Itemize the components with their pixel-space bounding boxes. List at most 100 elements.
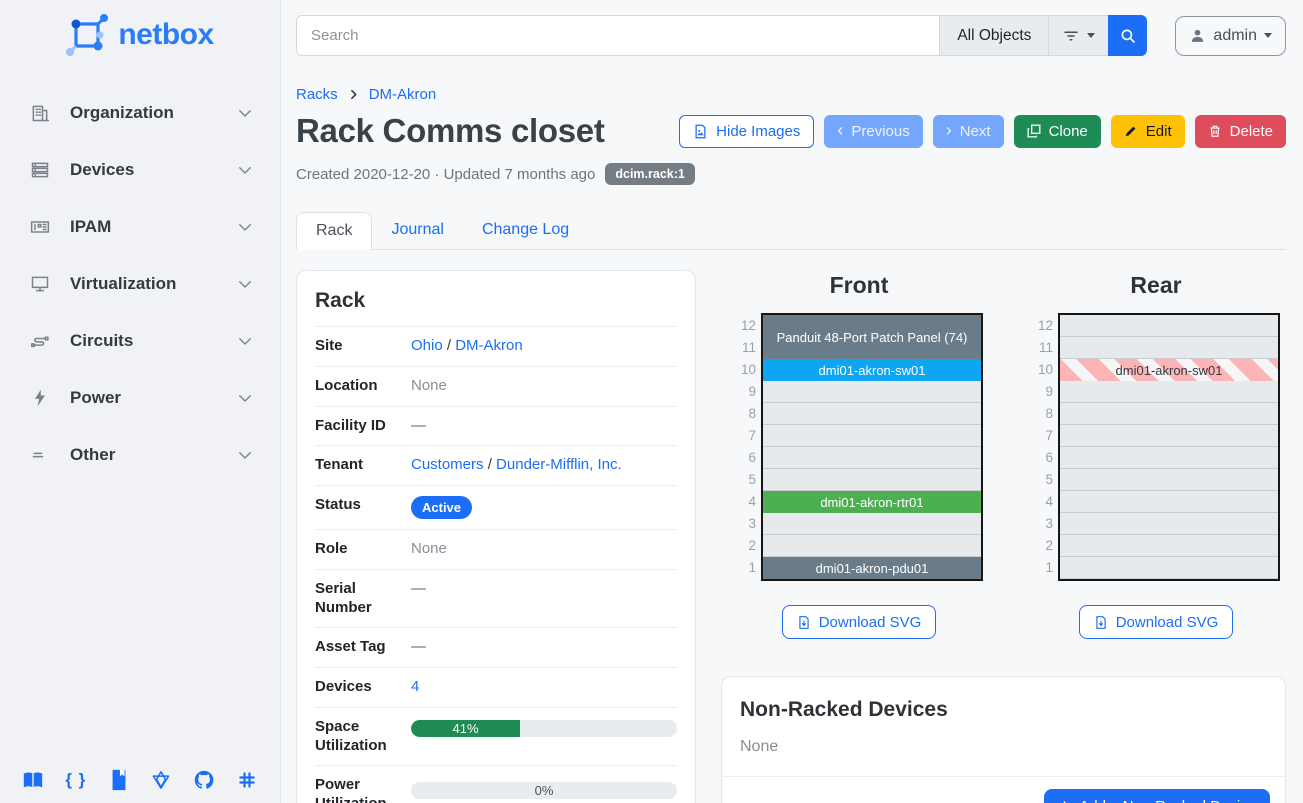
tab-bar: Rack Journal Change Log — [296, 212, 1286, 250]
search-submit-button[interactable] — [1108, 15, 1147, 56]
tab-rack[interactable]: Rack — [296, 212, 372, 250]
chevron-down-icon[interactable] — [236, 446, 254, 464]
rack-slot[interactable] — [763, 535, 981, 557]
tenant-group-link[interactable]: Customers — [411, 456, 484, 473]
devices-count-link[interactable]: 4 — [411, 678, 419, 695]
chevron-down-icon[interactable] — [236, 275, 254, 293]
sidebar-item-circuits[interactable]: Circuits — [0, 312, 280, 369]
rack-slot[interactable] — [1060, 315, 1278, 337]
tenant-link[interactable]: Dunder-Mifflin, Inc. — [496, 456, 622, 473]
sidebar-item-devices[interactable]: Devices — [0, 141, 280, 198]
rack-slot[interactable] — [763, 381, 981, 403]
rack-slot[interactable] — [763, 513, 981, 535]
unit-number: 1 — [1033, 557, 1053, 579]
rack-slot[interactable] — [763, 403, 981, 425]
circuit-icon — [30, 331, 50, 351]
rack-slot[interactable] — [1060, 557, 1278, 579]
chevron-down-icon[interactable] — [236, 332, 254, 350]
rack-slot[interactable] — [1060, 447, 1278, 469]
attr-label: Serial Number — [315, 580, 411, 618]
main-content: All Objects admin Racks DM-Akron Rack Co… — [281, 0, 1303, 803]
sidebar-item-virtualization[interactable]: Virtualization — [0, 255, 280, 312]
netbox-logo[interactable]: netbox — [0, 0, 280, 62]
clone-button[interactable]: Clone — [1014, 115, 1101, 148]
previous-button[interactable]: ‹ Previous — [824, 115, 922, 148]
chevron-down-icon[interactable] — [236, 218, 254, 236]
rack-slot[interactable] — [1060, 535, 1278, 557]
sidebar-item-other[interactable]: Other — [0, 426, 280, 483]
unit-number: 6 — [736, 447, 756, 469]
search-icon — [1119, 27, 1137, 45]
rack-slot[interactable] — [1060, 513, 1278, 535]
attr-label: Devices — [315, 678, 411, 697]
rack-device-rtr01[interactable]: dmi01-akron-rtr01 — [763, 491, 981, 513]
rack-device-pdu01[interactable]: dmi01-akron-pdu01 — [763, 557, 981, 579]
chevron-down-icon[interactable] — [236, 389, 254, 407]
download-svg-label: Download SVG — [1116, 614, 1219, 631]
attr-row-status: Status Active — [315, 485, 677, 529]
device-label: dmi01-akron-sw01 — [819, 363, 926, 378]
sidebar-nav: Organization Devices IPAM Virtualization… — [0, 84, 280, 483]
rack-slot[interactable] — [1060, 381, 1278, 403]
attr-row-location: Location None — [315, 366, 677, 406]
front-rack: Panduit 48-Port Patch Panel (74) dmi01-a… — [761, 313, 983, 581]
delete-button[interactable]: Delete — [1195, 115, 1286, 148]
rack-slot[interactable] — [1060, 469, 1278, 491]
download-svg-rear-button[interactable]: Download SVG — [1079, 605, 1234, 639]
hide-images-button[interactable]: Hide Images — [679, 115, 814, 148]
slack-icon[interactable] — [236, 769, 258, 791]
rack-slot[interactable] — [763, 447, 981, 469]
attr-row-power-utilization: Power Utilization 0% — [315, 765, 677, 803]
rack-slot[interactable] — [1060, 425, 1278, 447]
breadcrumb-dm-akron[interactable]: DM-Akron — [369, 86, 437, 103]
next-button[interactable]: › Next — [933, 115, 1004, 148]
tab-journal[interactable]: Journal — [372, 212, 462, 249]
space-utilization-fill: 41% — [411, 720, 520, 737]
clone-label: Clone — [1049, 123, 1088, 140]
unit-number: 7 — [1033, 425, 1053, 447]
community-icon[interactable] — [150, 769, 172, 791]
add-non-racked-device-button[interactable]: Add a Non-Racked Device — [1044, 789, 1270, 803]
chevron-down-icon[interactable] — [236, 104, 254, 122]
front-elevation-title: Front — [735, 272, 983, 299]
rack-attributes: Site Ohio / DM-Akron Location None Facil… — [297, 326, 695, 803]
front-unit-numbers: 12 11 10 9 8 7 6 5 4 3 2 1 — [736, 313, 756, 581]
journal-icon[interactable] — [108, 769, 130, 791]
code-braces-icon[interactable]: { } — [65, 769, 87, 791]
download-svg-front-button[interactable]: Download SVG — [782, 605, 937, 639]
rack-slot[interactable] — [763, 469, 981, 491]
github-icon[interactable] — [193, 769, 215, 791]
site-group-link[interactable]: DM-Akron — [455, 337, 523, 354]
sidebar-item-ipam[interactable]: IPAM — [0, 198, 280, 255]
attr-row-serial-number: Serial Number — — [315, 569, 677, 628]
rack-device-patch-panel[interactable]: Panduit 48-Port Patch Panel (74) — [763, 315, 981, 359]
sidebar-item-label: Organization — [70, 103, 236, 123]
edit-button[interactable]: Edit — [1111, 115, 1185, 148]
sidebar-item-organization[interactable]: Organization — [0, 84, 280, 141]
copy-icon — [1027, 124, 1041, 138]
delete-label: Delete — [1230, 123, 1273, 140]
rack-slot[interactable] — [1060, 403, 1278, 425]
front-elevation: Front 12 11 10 9 8 7 6 5 4 3 — [735, 272, 983, 639]
search-scope-button[interactable]: All Objects — [939, 15, 1048, 56]
unit-number: 3 — [736, 513, 756, 535]
tab-change-log[interactable]: Change Log — [463, 212, 588, 249]
rack-slot[interactable] — [1060, 491, 1278, 513]
rack-device-sw01-rear[interactable]: dmi01-akron-sw01 — [1060, 359, 1278, 381]
chevron-down-icon[interactable] — [236, 161, 254, 179]
unit-number: 5 — [736, 469, 756, 491]
unit-number: 12 — [1033, 315, 1053, 337]
sidebar-item-power[interactable]: Power — [0, 369, 280, 426]
user-menu-button[interactable]: admin — [1175, 16, 1286, 56]
action-buttons: Hide Images ‹ Previous › Next Clone Edit… — [679, 115, 1286, 148]
search-input[interactable] — [296, 15, 939, 56]
sidebar-item-label: Circuits — [70, 331, 236, 351]
rack-device-sw01[interactable]: dmi01-akron-sw01 — [763, 359, 981, 381]
breadcrumb-racks[interactable]: Racks — [296, 86, 338, 103]
docs-book-icon[interactable] — [22, 769, 44, 791]
attr-label: Tenant — [315, 456, 411, 475]
rack-slot[interactable] — [763, 425, 981, 447]
rack-slot[interactable] — [1060, 337, 1278, 359]
site-link[interactable]: Ohio — [411, 337, 443, 354]
search-filter-button[interactable] — [1048, 15, 1108, 56]
